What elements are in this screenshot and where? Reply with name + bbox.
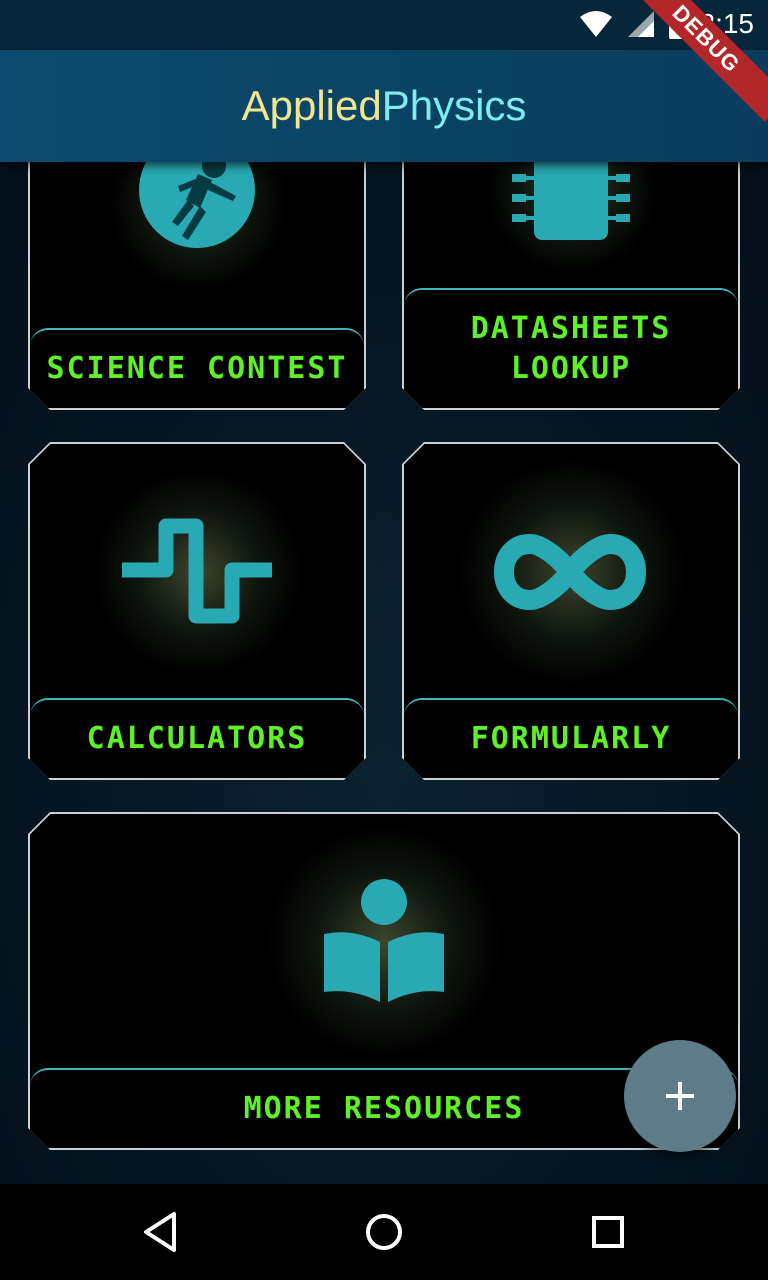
app-bar: AppliedPhysics (0, 50, 768, 162)
calculators-label: CALCULATORS (30, 698, 364, 778)
app-title-physics: Physics (381, 82, 527, 129)
datasheets-label-line1: DATASHEETS (470, 311, 672, 346)
calculators-card[interactable]: CALCULATORS (28, 442, 366, 780)
wifi-icon (579, 11, 612, 37)
recents-square-icon[interactable] (588, 1208, 628, 1256)
reader-book-icon (322, 878, 446, 1004)
home-circle-icon[interactable] (364, 1208, 404, 1256)
science-contest-label: SCIENCE CONTEST (30, 328, 364, 408)
menu-grid: SCIENCE CONTEST DATASHEETS LOOKUP CALCUL… (0, 162, 768, 1184)
square-wave-icon (120, 518, 274, 626)
plus-icon (666, 1082, 694, 1110)
back-triangle-icon[interactable] (140, 1208, 180, 1256)
app-title-applied: Applied (241, 82, 382, 129)
navigation-bar (0, 1184, 768, 1280)
add-fab-button[interactable] (624, 1040, 736, 1152)
datasheets-lookup-card[interactable]: DATASHEETS LOOKUP (402, 162, 740, 410)
formularly-card[interactable]: FORMULARLY (402, 442, 740, 780)
infinity-icon (494, 532, 646, 612)
datasheets-lookup-label: DATASHEETS LOOKUP (404, 288, 738, 408)
astronaut-icon (138, 162, 256, 250)
science-contest-card[interactable]: SCIENCE CONTEST (28, 162, 366, 410)
app-title: AppliedPhysics (242, 82, 527, 130)
formularly-label: FORMULARLY (404, 698, 738, 778)
datasheets-label-line2: LOOKUP (510, 351, 632, 386)
signal-icon (627, 11, 654, 37)
chip-icon (510, 162, 632, 242)
